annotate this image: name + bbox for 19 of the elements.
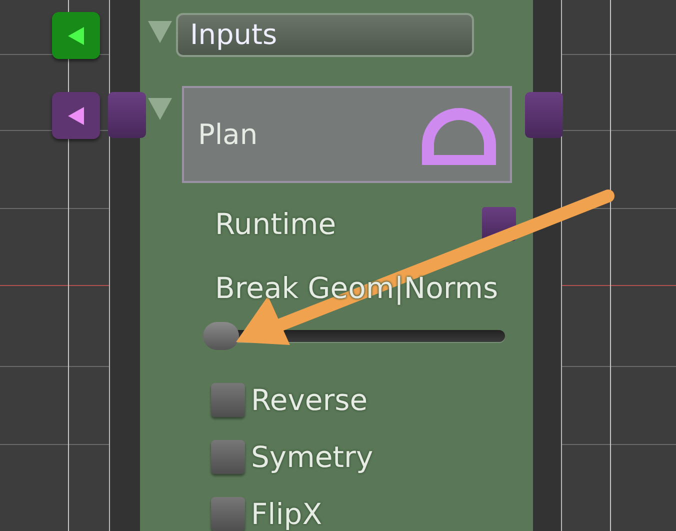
expand-triangle-icon[interactable] [148, 98, 172, 120]
plan-label: Plan [198, 118, 258, 151]
checkbox-label: FlipX [251, 496, 322, 530]
inputs-header[interactable]: Inputs [176, 13, 474, 57]
slider-thumb[interactable] [203, 322, 239, 350]
checkbox-label: Symetry [251, 440, 374, 474]
field-label: Runtime [215, 207, 336, 241]
plan-field[interactable]: Plan [182, 86, 512, 183]
checkbox[interactable] [211, 440, 245, 474]
port-handle[interactable] [108, 92, 146, 138]
left-arrow-icon [68, 106, 84, 124]
checkbox[interactable] [211, 496, 245, 530]
input-port-button[interactable] [52, 92, 100, 139]
input-port-button[interactable] [52, 12, 100, 59]
expand-triangle-icon[interactable] [148, 21, 172, 43]
checkbox-label: Reverse [251, 382, 368, 416]
left-arrow-icon [68, 26, 84, 44]
checkbox[interactable] [211, 382, 245, 416]
port-handle[interactable] [525, 92, 563, 138]
